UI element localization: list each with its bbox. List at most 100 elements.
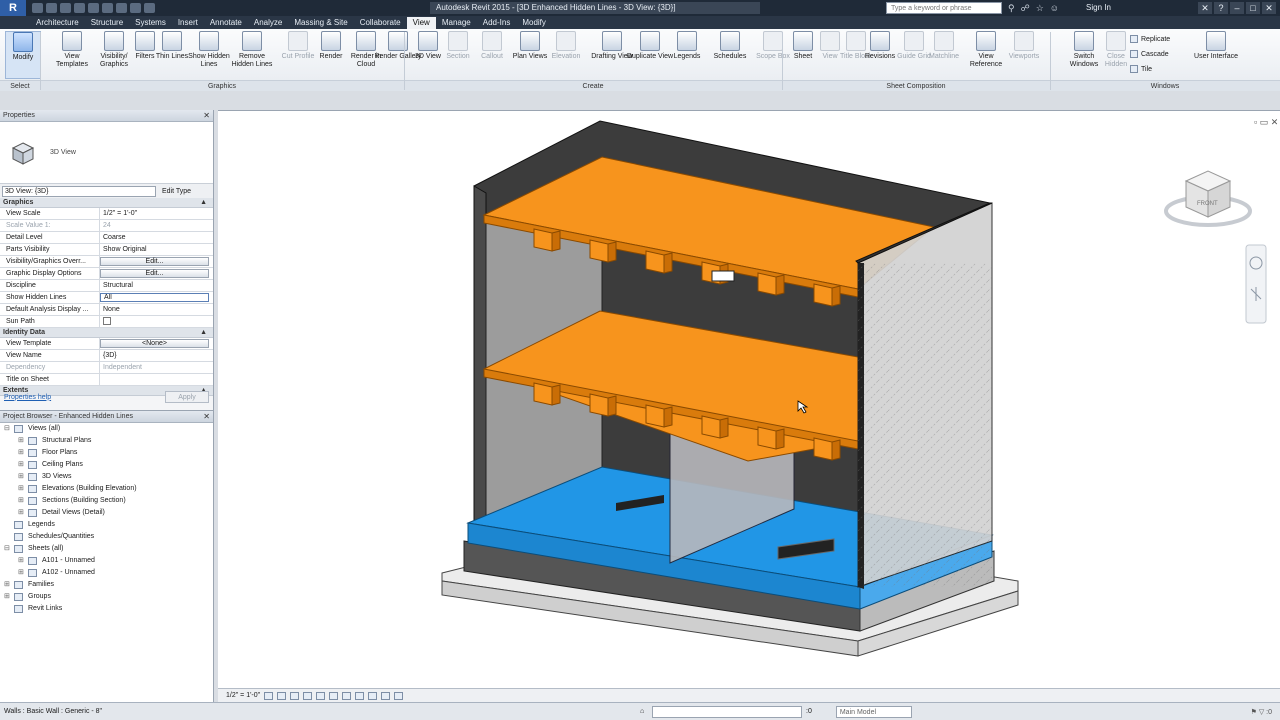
property-value[interactable]: Coarse: [100, 232, 213, 243]
exchange-icon[interactable]: ✕: [1198, 2, 1212, 14]
browser-node[interactable]: Revit Links: [0, 603, 213, 615]
tab-manage[interactable]: Manage: [436, 17, 477, 29]
lock-3d-icon[interactable]: [355, 691, 365, 700]
expand-toggle-icon[interactable]: ⊞: [18, 459, 24, 471]
sign-in-link[interactable]: Sign In: [1086, 3, 1111, 12]
tab-analyze[interactable]: Analyze: [248, 17, 288, 29]
text-icon[interactable]: [116, 3, 127, 13]
expand-toggle-icon[interactable]: ⊞: [18, 567, 24, 579]
property-edit-button[interactable]: Edit...: [100, 257, 209, 266]
drawing-area[interactable]: FRONT ▫ ▭ ✕: [218, 110, 1280, 688]
apply-button[interactable]: Apply: [165, 391, 209, 403]
collapse-icon[interactable]: ▲: [200, 328, 207, 338]
group-graphics[interactable]: Graphics ▲: [0, 198, 213, 208]
floor-beam[interactable]: [533, 228, 553, 252]
expand-toggle-icon[interactable]: ⊞: [18, 471, 24, 483]
binoculars-icon[interactable]: ⚲: [1008, 3, 1015, 14]
render-icon[interactable]: [316, 691, 326, 700]
browser-node[interactable]: ⊞ A101 - Unnamed: [0, 555, 213, 567]
measure-icon[interactable]: [102, 3, 113, 13]
expand-toggle-icon[interactable]: ⊞: [18, 555, 24, 567]
browser-node[interactable]: ⊟ Sheets (all): [0, 543, 213, 555]
reveal-hidden-icon[interactable]: [381, 691, 391, 700]
collapse-icon[interactable]: ▲: [200, 198, 207, 208]
view-templates-button[interactable]: View Templates: [48, 31, 96, 79]
selection-filter-icon[interactable]: ⚑ ▽ :0: [1251, 708, 1272, 716]
property-edit-button[interactable]: Edit...: [100, 269, 209, 278]
browser-node[interactable]: ⊞ Ceiling Plans: [0, 459, 213, 471]
modify-button[interactable]: Modify: [5, 31, 41, 79]
cascade-button[interactable]: Cascade: [1130, 50, 1169, 58]
expand-toggle-icon[interactable]: ⊞: [18, 447, 24, 459]
floor-beam[interactable]: [813, 437, 833, 461]
minimize-icon[interactable]: –: [1230, 2, 1244, 14]
tab-insert[interactable]: Insert: [172, 17, 204, 29]
plan-views-button[interactable]: Plan Views: [512, 31, 548, 79]
property-value[interactable]: None: [100, 304, 213, 315]
worksets-icon[interactable]: ⌂: [640, 708, 652, 715]
remove-hidden-lines-button[interactable]: Remove Hidden Lines: [228, 31, 276, 79]
close-icon[interactable]: ✕: [1262, 2, 1276, 14]
floor-beam[interactable]: [701, 415, 721, 439]
expand-toggle-icon[interactable]: ⊟: [4, 543, 10, 555]
detail-level-icon[interactable]: [264, 691, 274, 700]
view-reference-button[interactable]: View Reference: [962, 31, 1010, 79]
tab-add-ins[interactable]: Add-Ins: [477, 17, 517, 29]
floor-beam[interactable]: [533, 382, 553, 406]
floor-beam[interactable]: [589, 393, 609, 417]
analytical-model-icon[interactable]: [394, 691, 404, 700]
browser-node[interactable]: ⊟ Views (all): [0, 423, 213, 435]
tab-structure[interactable]: Structure: [85, 17, 129, 29]
floor-beam[interactable]: [813, 283, 833, 307]
app-menu-button[interactable]: R: [0, 0, 26, 16]
close-icon[interactable]: ✕: [203, 110, 210, 122]
show-hidden-lines-button[interactable]: Show Hidden Lines: [185, 31, 233, 79]
panel-graphics[interactable]: Graphics: [40, 80, 404, 91]
user-icon[interactable]: ☺: [1050, 3, 1059, 14]
panel-create[interactable]: Create: [404, 80, 782, 91]
replicate-button[interactable]: Replicate: [1130, 35, 1170, 43]
open-icon[interactable]: [32, 3, 43, 13]
floor-beam[interactable]: [645, 250, 665, 274]
temporary-hide-icon[interactable]: [368, 691, 378, 700]
redo-icon[interactable]: [74, 3, 85, 13]
type-selector[interactable]: 3D View: [0, 122, 213, 184]
3d-view-icon[interactable]: [130, 3, 141, 13]
property-value[interactable]: [100, 374, 213, 385]
browser-node[interactable]: ⊞ 3D Views: [0, 471, 213, 483]
tab-modify[interactable]: Modify: [516, 17, 552, 29]
property-value[interactable]: Show Original: [100, 244, 213, 255]
browser-node[interactable]: Legends: [0, 519, 213, 531]
viewports-button[interactable]: Viewports: [1006, 31, 1042, 79]
browser-node[interactable]: ⊞ Groups: [0, 591, 213, 603]
visual-style-icon[interactable]: [277, 691, 287, 700]
edit-type-button[interactable]: Edit Type: [162, 188, 191, 195]
search-input[interactable]: Type a keyword or phrase: [886, 2, 1002, 14]
left-wall[interactable]: [473, 185, 487, 532]
help-icon[interactable]: ?: [1214, 2, 1228, 14]
callout-button[interactable]: Callout: [474, 31, 510, 79]
browser-node[interactable]: ⊞ Elevations (Building Elevation): [0, 483, 213, 495]
instance-dropdown[interactable]: 3D View: {3D}: [2, 185, 156, 197]
navigation-bar[interactable]: [1245, 244, 1267, 324]
crop-view-icon[interactable]: [329, 691, 339, 700]
browser-node[interactable]: ⊞ Floor Plans: [0, 447, 213, 459]
shadows-icon[interactable]: [303, 691, 313, 700]
subscription-icon[interactable]: ☍: [1021, 3, 1030, 14]
expand-toggle-icon[interactable]: ⊞: [18, 435, 24, 447]
floor-beam[interactable]: [757, 426, 777, 450]
browser-node[interactable]: ⊞ Sections (Building Section): [0, 495, 213, 507]
group-identity-data[interactable]: Identity Data ▲: [0, 328, 213, 338]
expand-toggle-icon[interactable]: ⊞: [18, 507, 24, 519]
tab-view[interactable]: View: [406, 17, 436, 29]
duplicate-view-button[interactable]: Duplicate View: [626, 31, 674, 79]
browser-node[interactable]: ⊞ Families: [0, 579, 213, 591]
view-scale[interactable]: 1/2" = 1'-0": [226, 692, 260, 699]
browser-node[interactable]: ⊞ Structural Plans: [0, 435, 213, 447]
3d-model-view[interactable]: FRONT ▫ ▭ ✕: [218, 111, 1280, 689]
expand-toggle-icon[interactable]: ⊟: [4, 423, 10, 435]
panel-windows[interactable]: Windows: [1050, 80, 1280, 91]
property-edit-button[interactable]: <None>: [100, 339, 209, 348]
revisions-button[interactable]: Revisions: [862, 31, 898, 79]
floor-beam[interactable]: [757, 272, 777, 296]
